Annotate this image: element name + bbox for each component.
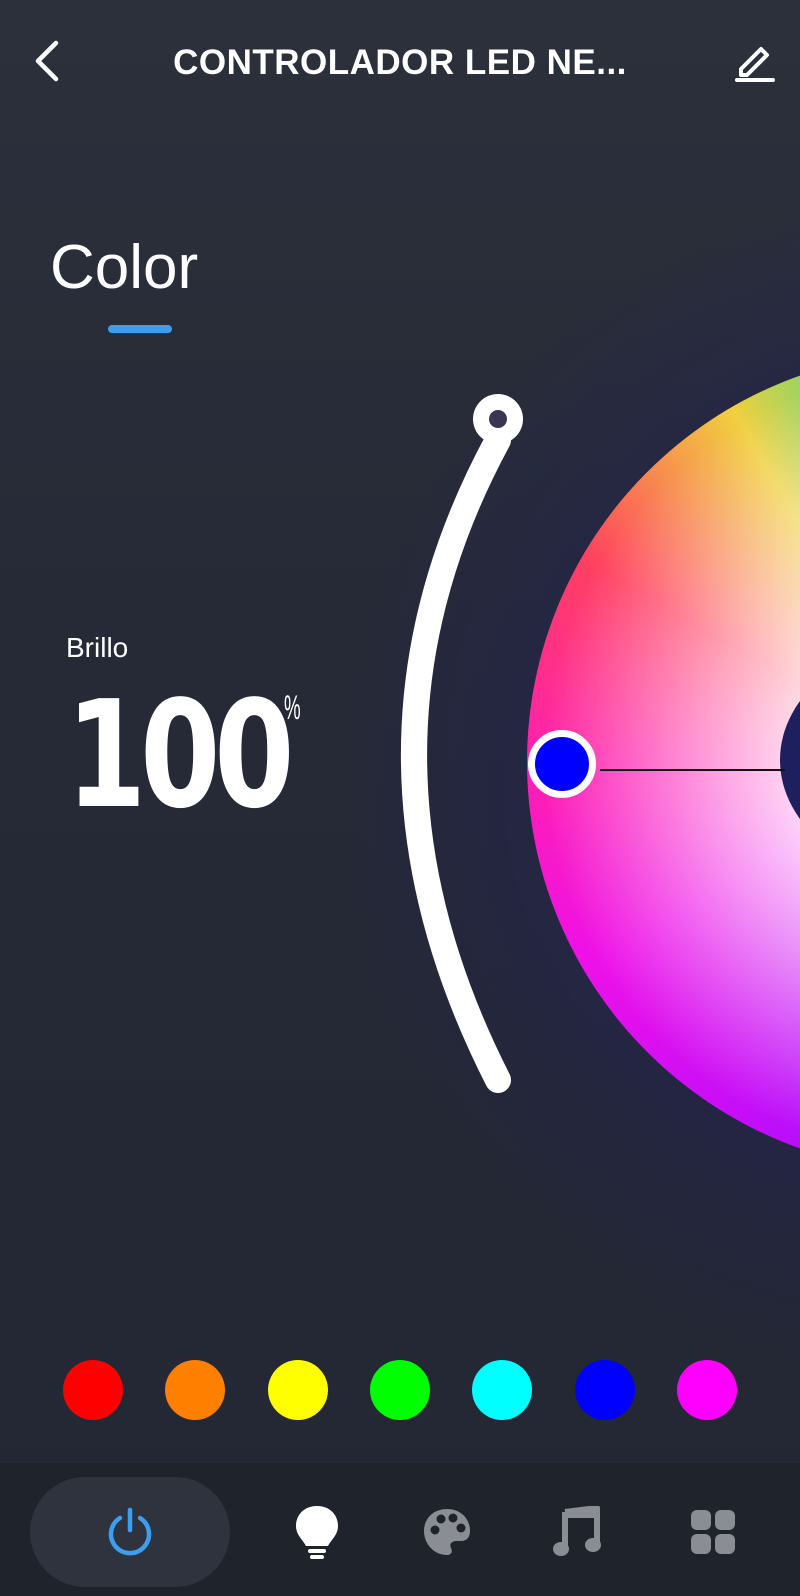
color-wheel-handle[interactable] xyxy=(528,730,596,798)
edit-button[interactable] xyxy=(725,36,785,86)
nav-music-button[interactable] xyxy=(522,1477,632,1587)
nav-bulb-button[interactable] xyxy=(262,1477,372,1587)
palette-icon xyxy=(424,1509,470,1555)
swatch-green[interactable] xyxy=(369,1360,430,1420)
back-button[interactable] xyxy=(22,36,72,86)
swatch-cyan[interactable] xyxy=(472,1360,533,1420)
page-title: CONTROLADOR LED NE... xyxy=(173,43,627,82)
power-icon xyxy=(108,1507,152,1556)
bulb-icon xyxy=(296,1506,338,1559)
nav-palette-button[interactable] xyxy=(392,1477,502,1587)
color-presets xyxy=(0,1360,800,1420)
swatch-orange[interactable] xyxy=(165,1360,226,1420)
tab-color[interactable]: Color xyxy=(50,228,250,338)
swatch-red[interactable] xyxy=(63,1360,123,1420)
bottom-nav xyxy=(0,1463,800,1596)
brightness-value: 100 xyxy=(66,669,294,841)
brightness-label: Brillo xyxy=(66,632,129,663)
screen: CONTROLADOR LED NE... Color Brillo 100 % xyxy=(0,0,800,1596)
chevron-left-icon xyxy=(35,40,59,82)
tab-color-label: Color xyxy=(50,233,199,302)
swatch-yellow[interactable] xyxy=(267,1360,328,1420)
brightness-unit: % xyxy=(284,689,301,727)
brightness-slider-handle-dot xyxy=(489,410,507,428)
nav-scenes-button[interactable] xyxy=(658,1477,768,1587)
brightness-slider-track xyxy=(401,427,511,1093)
swatch-magenta[interactable] xyxy=(676,1360,737,1420)
pencil-icon xyxy=(735,47,775,82)
color-wheel-pointer-line xyxy=(600,769,785,771)
music-icon xyxy=(553,1506,601,1556)
nav-power-button[interactable] xyxy=(30,1477,230,1587)
grid-icon xyxy=(691,1510,735,1554)
tab-active-indicator xyxy=(108,325,172,333)
swatch-blue[interactable] xyxy=(574,1360,635,1420)
header: CONTROLADOR LED NE... xyxy=(0,0,800,125)
